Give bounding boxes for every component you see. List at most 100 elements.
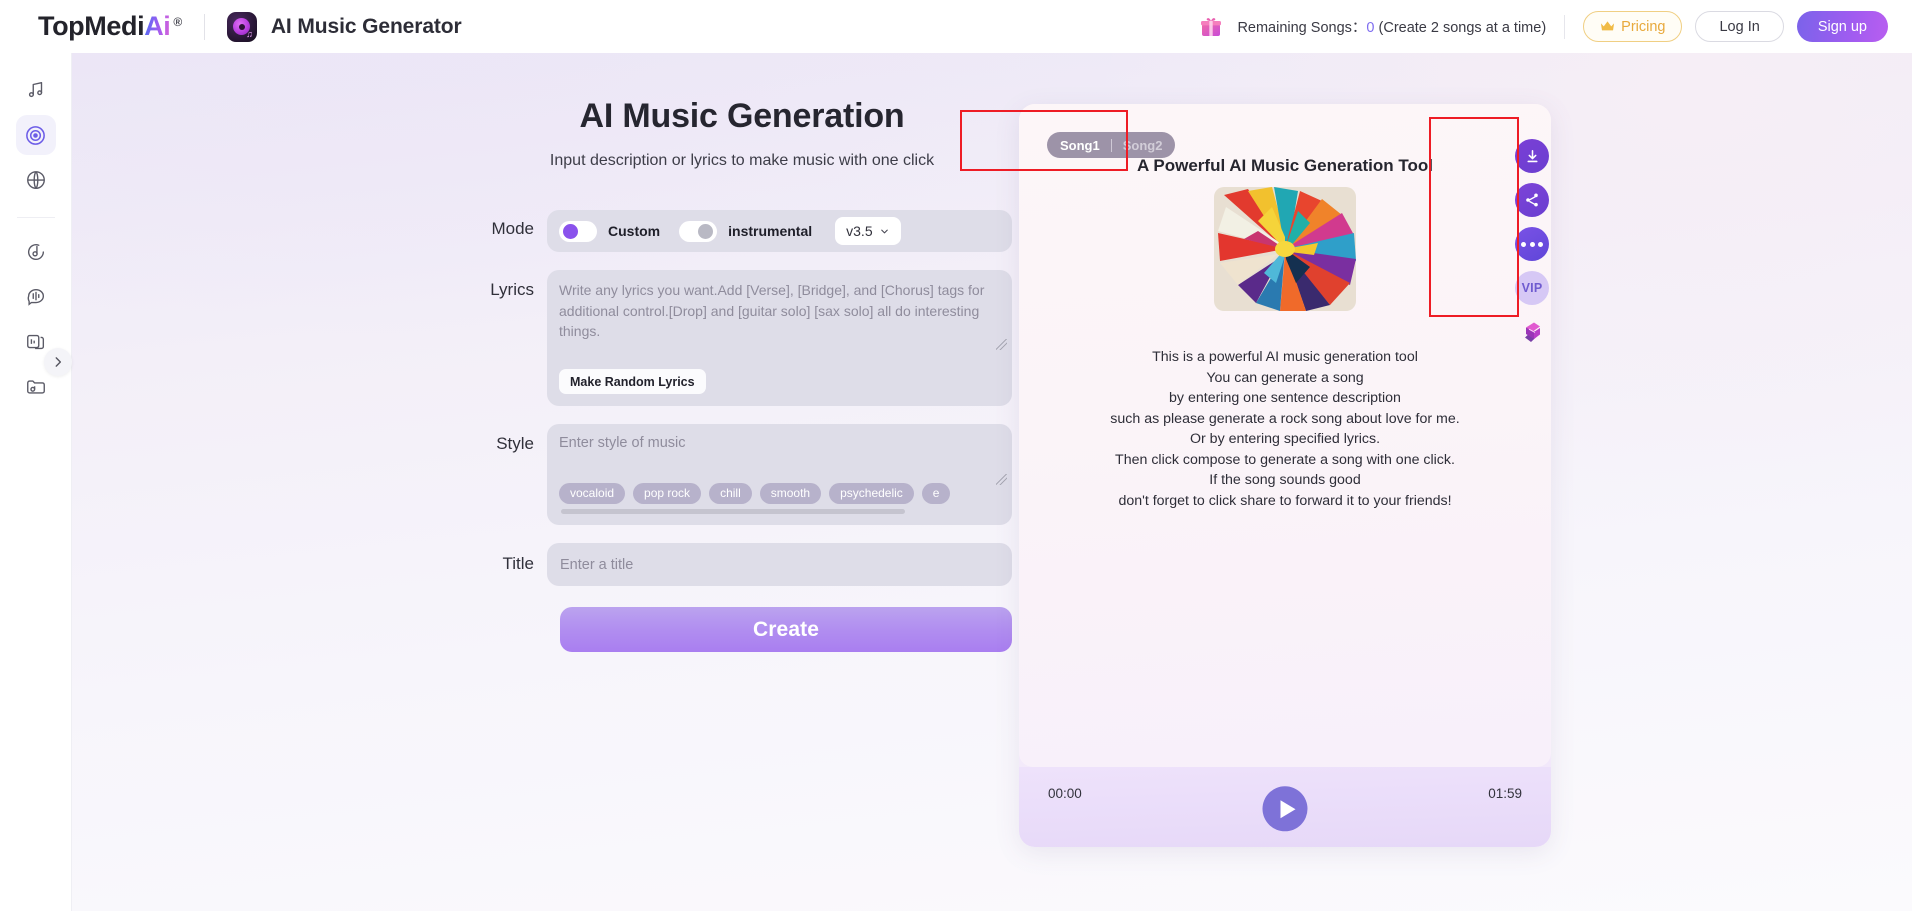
speech-waveform-icon — [27, 289, 44, 306]
lyrics-input[interactable]: Write any lyrics you want.Add [Verse], [… — [559, 280, 1000, 360]
title-field[interactable]: Enter a title — [547, 543, 1012, 586]
app-header: TopMedi Ai ® ♫ AI Music Generator Remainin… — [0, 0, 1912, 53]
brand-accent: Ai — [144, 11, 171, 41]
song-preview-card: Song1 Song2 A Powerful AI Music Generati… — [1019, 104, 1551, 847]
lyrics-row: Lyrics Write any lyrics you want.Add [Ve… — [472, 270, 1012, 406]
remaining-songs-status: Remaining Songs：0 (Create 2 songs at a t… — [1237, 16, 1546, 37]
pricing-label: Pricing — [1621, 18, 1666, 35]
style-tag[interactable]: psychedelic — [829, 482, 914, 504]
pricing-button[interactable]: Pricing — [1583, 11, 1683, 42]
version-value: v3.5 — [846, 223, 873, 239]
song-card-body: Song1 Song2 A Powerful AI Music Generati… — [1019, 104, 1551, 767]
stacked-cards-icon — [26, 334, 44, 350]
left-sidebar — [0, 53, 72, 911]
style-field[interactable]: Enter style of music vocaloid pop rock chi… — [547, 424, 1012, 525]
sidebar-item-voice-changer[interactable] — [16, 232, 56, 272]
total-time: 01:59 — [1488, 786, 1522, 801]
registered-mark: ® — [173, 15, 182, 29]
description-line: don't forget to click share to forward i… — [1118, 492, 1452, 509]
page-title: AI Music Generation — [579, 97, 905, 135]
tab-song1[interactable]: Song1 — [1060, 138, 1100, 153]
page-canvas: AI Music Generation Input description or… — [72, 53, 1912, 911]
sidebar-item-music-generator[interactable] — [15, 115, 56, 155]
more-icon — [1521, 241, 1543, 247]
style-tag[interactable]: chill — [709, 482, 752, 504]
style-tag[interactable]: smooth — [759, 482, 822, 504]
sidebar-expand-button[interactable] — [44, 348, 72, 376]
custom-toggle-knob — [563, 223, 578, 239]
mode-field: Custom instrumental v3.5 — [547, 210, 1012, 252]
style-label: Style — [496, 434, 534, 453]
download-button[interactable] — [1515, 139, 1549, 173]
play-button[interactable] — [1262, 786, 1308, 832]
make-random-lyrics-button[interactable]: Make Random Lyrics — [559, 369, 706, 394]
title-input[interactable]: Enter a title — [560, 557, 633, 573]
vip-badge[interactable]: VIP — [1515, 271, 1549, 305]
book-button[interactable] — [1515, 315, 1549, 349]
mode-label: Mode — [491, 219, 534, 238]
signup-button[interactable]: Sign up — [1796, 11, 1888, 42]
app-title: AI Music Generator — [270, 14, 462, 38]
version-select[interactable]: v3.5 — [835, 217, 901, 245]
sidebar-item-ai-cover[interactable] — [16, 160, 56, 200]
play-icon — [1280, 799, 1295, 818]
audio-player: 00:00 01:59 — [1019, 767, 1551, 847]
description-line: Then click compose to generate a song wi… — [1115, 451, 1455, 468]
instrumental-toggle[interactable] — [679, 220, 718, 242]
song-card-description: This is a powerful AI music generation t… — [1019, 347, 1551, 511]
remaining-count: 0 — [1366, 20, 1375, 36]
page-subtitle: Input description or lyrics to make musi… — [549, 152, 935, 169]
sidebar-divider — [16, 217, 55, 218]
brand-logo[interactable]: TopMedi Ai ® — [38, 11, 182, 42]
header-actions: Remaining Songs：0 (Create 2 songs at a t… — [1199, 11, 1888, 42]
header-divider — [203, 13, 205, 40]
cover-art — [1214, 187, 1356, 311]
remaining-note: (Create 2 songs at a time) — [1378, 20, 1547, 36]
tab-song2[interactable]: Song2 — [1123, 138, 1163, 153]
style-tag-scrollbar[interactable] — [559, 509, 1000, 514]
sidebar-item-ai-music[interactable] — [16, 70, 56, 110]
title-label: Title — [502, 554, 535, 573]
folder-audio-icon — [26, 380, 45, 394]
custom-label: Custom — [608, 223, 661, 239]
song-tabs-wrapper: Song1 Song2 — [1047, 132, 1176, 158]
app-logo-icon: ♫ — [226, 11, 257, 42]
description-line: such as please generate a rock song abou… — [1110, 410, 1460, 427]
music-circle-icon — [27, 244, 44, 261]
description-line: If the song sounds good — [1209, 472, 1361, 488]
song-tabs[interactable]: Song1 Song2 — [1047, 132, 1176, 158]
chevron-down-icon — [880, 229, 888, 233]
description-line: You can generate a song — [1206, 369, 1364, 386]
generation-form: AI Music Generation Input description or… — [472, 53, 1012, 652]
cover-art-image — [1214, 187, 1356, 311]
song-action-rail: VIP — [1502, 125, 1562, 349]
header-actions-divider — [1564, 14, 1566, 39]
style-tag[interactable]: pop rock — [633, 482, 702, 504]
gift-icon — [1199, 15, 1223, 39]
brand-prefix: TopMedi — [38, 11, 145, 41]
instrumental-toggle-knob — [698, 223, 714, 239]
description-line: This is a powerful AI music generation t… — [1152, 349, 1418, 365]
style-input[interactable]: Enter style of music — [559, 435, 1000, 482]
share-button[interactable] — [1515, 183, 1549, 217]
style-tag[interactable]: e — [921, 482, 951, 504]
custom-toggle[interactable] — [559, 220, 597, 242]
description-line: by entering one sentence description — [1169, 390, 1401, 406]
vinyl-disc-icon — [26, 125, 45, 145]
book-icon — [1525, 322, 1540, 342]
globe-icon — [26, 171, 45, 189]
login-button[interactable]: Log In — [1695, 11, 1784, 42]
song-card-heading: A Powerful AI Music Generation Tool — [1137, 156, 1433, 175]
style-tag[interactable]: vocaloid — [559, 482, 626, 504]
download-icon — [1526, 149, 1538, 162]
lyrics-field[interactable]: Write any lyrics you want.Add [Verse], [… — [547, 270, 1012, 406]
chevron-right-icon — [55, 357, 62, 367]
music-note-icon — [28, 81, 42, 98]
create-button[interactable]: Create — [560, 607, 1012, 652]
more-button[interactable] — [1515, 227, 1549, 261]
music-note-glyph: ♫ — [246, 28, 253, 39]
tab-separator — [1110, 138, 1112, 152]
sidebar-item-text-to-speech[interactable] — [16, 277, 56, 317]
instrumental-label: instrumental — [728, 223, 813, 239]
crown-icon — [1600, 20, 1615, 34]
